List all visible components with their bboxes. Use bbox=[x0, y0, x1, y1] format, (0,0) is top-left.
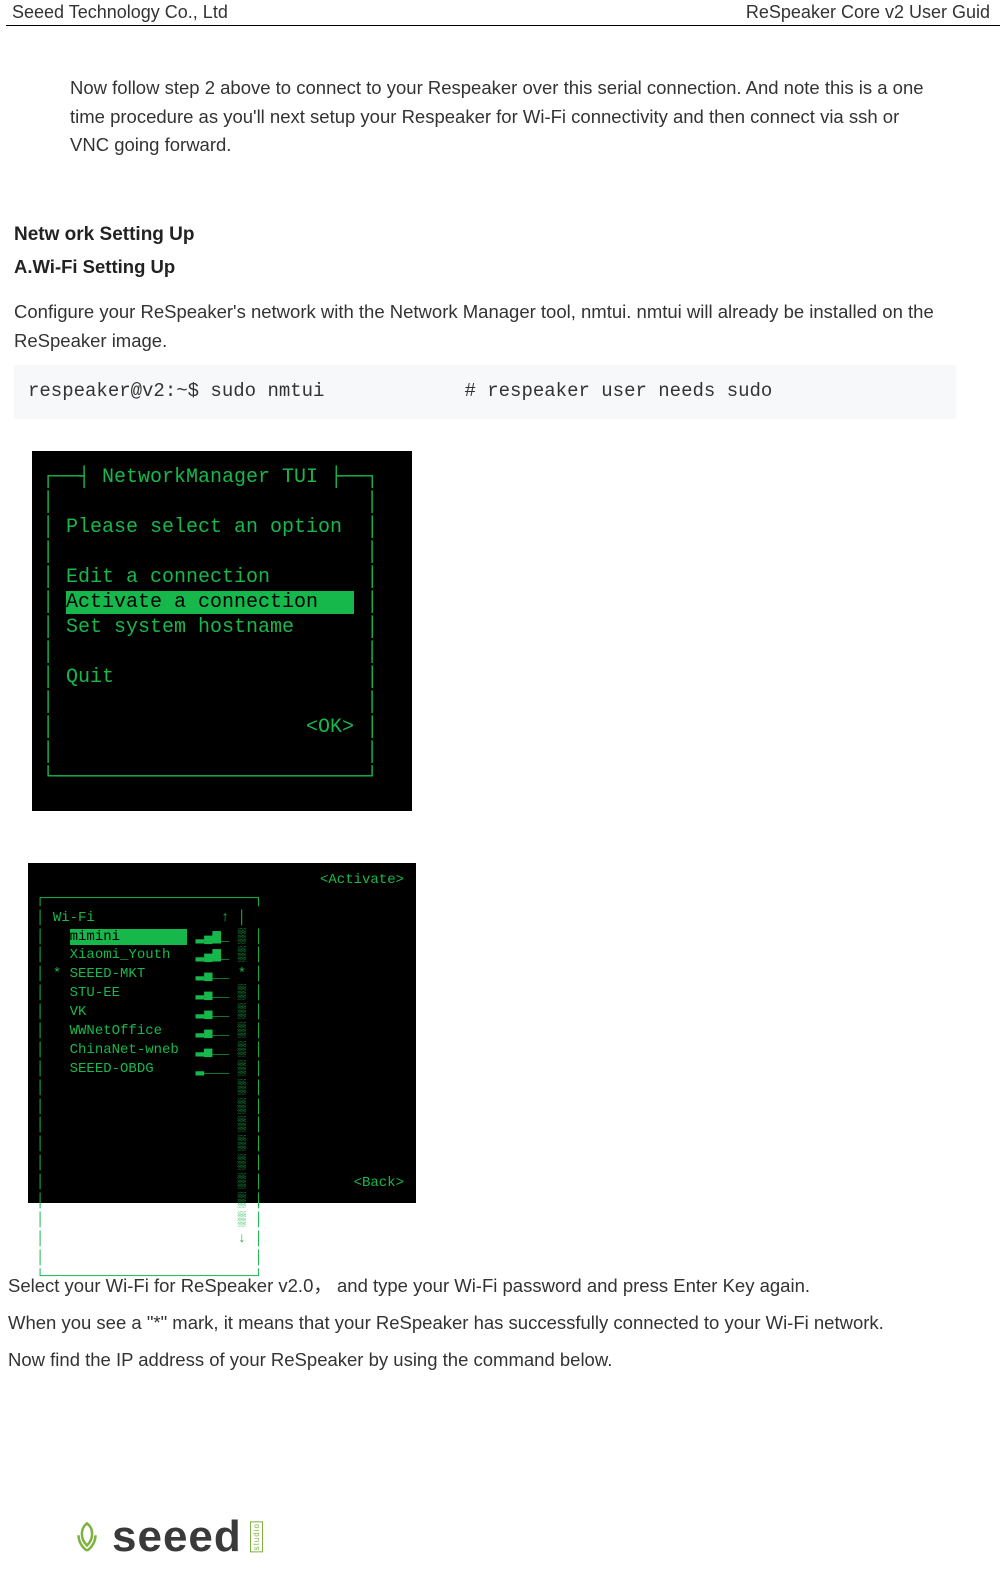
nmtui-wifi-screenshot: ┌─────────────────────────┐ │ Wi-Fi ↑ │ … bbox=[14, 853, 430, 1225]
tui2-activate-button[interactable]: <Activate> bbox=[320, 871, 404, 890]
config-paragraph: Configure your ReSpeaker's network with … bbox=[14, 298, 936, 355]
wifi-item-wwnetoffice[interactable]: WWNetOffice bbox=[70, 1023, 162, 1039]
terminal-prompt: respeaker@v2:~$ sudo nmtui bbox=[28, 377, 324, 406]
section-wifi-heading: A.Wi-Fi Setting Up bbox=[14, 253, 936, 282]
section-network-heading: Netw ork Setting Up bbox=[14, 220, 936, 249]
tui1-option-activate[interactable]: Activate a connection bbox=[66, 591, 354, 614]
wifi-item-seeed-mkt[interactable]: SEEED-MKT bbox=[70, 966, 146, 982]
logo-text: seeed bbox=[112, 1512, 242, 1562]
header-right: ReSpeaker Core v2 User Guid bbox=[746, 2, 990, 23]
terminal-command-box: respeaker@v2:~$ sudo nmtui # respeaker u… bbox=[14, 365, 956, 418]
wifi-item-seeed-obdg[interactable]: SEEED-OBDG bbox=[70, 1061, 154, 1077]
tui1-option-hostname[interactable]: Set system hostname bbox=[66, 616, 294, 639]
intro-paragraph: Now follow step 2 above to connect to yo… bbox=[70, 74, 936, 160]
logo-studio-label: studio bbox=[250, 1521, 263, 1552]
terminal-comment: # respeaker user needs sudo bbox=[464, 377, 772, 406]
tui1-prompt: Please select an option bbox=[66, 516, 342, 539]
tui1-option-edit[interactable]: Edit a connection bbox=[66, 566, 270, 589]
header-left: Seeed Technology Co., Ltd bbox=[12, 2, 228, 23]
tui2-back-button[interactable]: <Back> bbox=[354, 1174, 404, 1193]
nmtui-main-screenshot: ┌──┤ NetworkManager TUI ├──┐ │ │ │ Pleas… bbox=[14, 429, 430, 839]
wifi-item-mimini[interactable]: mimini bbox=[70, 929, 188, 945]
followup-line2: When you see a "*" mark, it means that y… bbox=[8, 1304, 936, 1341]
seeed-logo: seeed studio bbox=[70, 1512, 263, 1562]
tui1-ok-button[interactable]: <OK> bbox=[306, 716, 354, 739]
wifi-item-vk[interactable]: VK bbox=[70, 1004, 87, 1020]
seeed-logo-icon bbox=[70, 1520, 104, 1554]
wifi-item-stu-ee[interactable]: STU-EE bbox=[70, 985, 120, 1001]
followup-line3: Now find the IP address of your ReSpeake… bbox=[8, 1341, 936, 1378]
tui2-wifi-header: Wi-Fi bbox=[53, 910, 95, 926]
wifi-item-chinanet[interactable]: ChinaNet-wneb bbox=[70, 1042, 179, 1058]
tui1-title: NetworkManager TUI bbox=[102, 466, 318, 489]
page-header: Seeed Technology Co., Ltd ReSpeaker Core… bbox=[6, 0, 1000, 26]
tui1-option-quit[interactable]: Quit bbox=[66, 666, 114, 689]
wifi-item-xiaomi[interactable]: Xiaomi_Youth bbox=[70, 947, 171, 963]
